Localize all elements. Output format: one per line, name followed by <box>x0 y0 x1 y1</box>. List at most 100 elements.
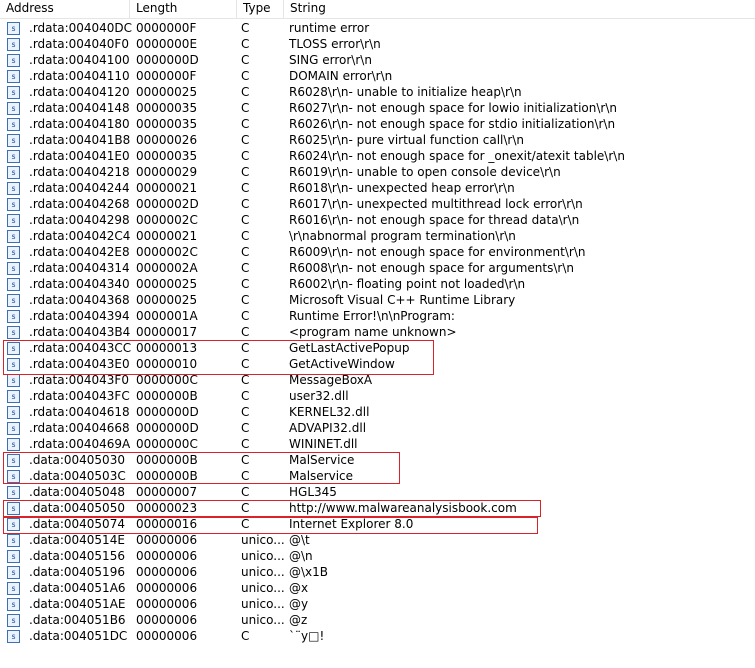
string-row[interactable]: s .rdata:00404298 0000002C C R6016\r\n- not … <box>0 212 755 228</box>
string-cell: <program name unknown> <box>289 325 457 339</box>
string-row[interactable]: s .rdata:004042E8 0000002C C R6009\r\n- not … <box>0 244 755 260</box>
string-cell: MalService <box>289 453 355 467</box>
column-header-string[interactable]: String <box>284 0 755 18</box>
length-cell: 00000006 <box>136 581 198 595</box>
address-cell: .rdata:004040DC <box>29 21 133 35</box>
address-cell: .data:00405050 <box>29 501 125 515</box>
string-row[interactable]: s .data:004051A6 00000006 unico... @x <box>0 580 755 596</box>
address-cell: .rdata:00404668 <box>29 421 130 435</box>
string-row[interactable]: s .rdata:00404314 0000002A C R6008\r\n- not … <box>0 260 755 276</box>
type-cell: C <box>241 53 250 67</box>
string-cell: R6009\r\n- not enough space for environm… <box>289 245 586 259</box>
string-row[interactable]: s .rdata:004041E0 00000035 C R6024\r\n- not … <box>0 148 755 164</box>
string-cell: @y <box>289 597 309 611</box>
string-row[interactable]: s .data:00405048 00000007 C HGL345 <box>0 484 755 500</box>
string-row[interactable]: s .rdata:00404148 00000035 C R6027\r\n- not … <box>0 100 755 116</box>
string-row[interactable]: s .data:004051B6 00000006 unico... @z <box>0 612 755 628</box>
string-row[interactable]: s .rdata:00404618 0000000D C KERNEL32.dll <box>0 404 755 420</box>
string-type-icon: s <box>7 86 20 99</box>
string-row[interactable]: s .rdata:004042C4 00000021 C \r\nabnormal pr… <box>0 228 755 244</box>
type-cell: C <box>241 181 250 195</box>
address-cell: .rdata:004043FC <box>29 389 130 403</box>
string-row[interactable]: s .data:00405050 00000023 Chttp://www.malwa… <box>0 500 755 516</box>
string-type-icon: s <box>7 502 20 515</box>
string-row[interactable]: s .data:00405074 00000016 C Internet Explore… <box>0 516 755 532</box>
type-cell: C <box>241 213 250 227</box>
string-row[interactable]: s .rdata:00404180 00000035 C R6026\r\n- not … <box>0 116 755 132</box>
string-row[interactable]: s .data:00405030 0000000B C MalService <box>0 452 755 468</box>
string-type-icon: s <box>7 182 20 195</box>
string-row[interactable]: s .rdata:00404394 0000001A C Runtime Error!\… <box>0 308 755 324</box>
string-row[interactable]: s .rdata:004040F0 0000000E C TLOSS error\r\n <box>0 36 755 52</box>
string-row[interactable]: s .rdata:00404218 00000029 C R6019\r\n- unab… <box>0 164 755 180</box>
length-cell: 00000026 <box>136 133 198 147</box>
address-cell: .rdata:00404618 <box>29 405 130 419</box>
column-header-length[interactable]: Length <box>130 0 237 18</box>
length-cell: 0000000E <box>136 37 198 51</box>
length-cell: 00000035 <box>136 149 198 163</box>
string-row[interactable]: s .rdata:004043F0 0000000C C MessageBoxA <box>0 372 755 388</box>
string-type-icon: s <box>7 54 20 67</box>
type-cell: C <box>241 85 250 99</box>
string-type-icon: s <box>7 454 20 467</box>
string-row[interactable]: s .rdata:004043FC 0000000B Cuser32.dll <box>0 388 755 404</box>
string-row[interactable]: s .rdata:004043E0 00000010 C GetActiveWindow <box>0 356 755 372</box>
address-cell: .rdata:004042E8 <box>29 245 130 259</box>
length-cell: 00000017 <box>136 325 198 339</box>
string-row[interactable]: s .rdata:00404110 0000000F C DOMAIN error\r\… <box>0 68 755 84</box>
string-row[interactable]: s .rdata:004043B4 00000017 C <program name u… <box>0 324 755 340</box>
string-row[interactable]: s .data:00405196 00000006 unico... @\x1B <box>0 564 755 580</box>
type-cell: C <box>241 277 250 291</box>
string-row[interactable]: s .rdata:00404668 0000000D C ADVAPI32.dll <box>0 420 755 436</box>
string-row[interactable]: s .rdata:0040469A 0000000C C WININET.dll <box>0 436 755 452</box>
string-cell: R6026\r\n- not enough space for stdio in… <box>289 117 616 131</box>
type-cell: unico... <box>241 533 285 547</box>
address-cell: .rdata:00404218 <box>29 165 130 179</box>
address-cell: .rdata:00404120 <box>29 85 130 99</box>
string-cell: R6002\r\n- floating point not loaded\r\n <box>289 277 526 291</box>
length-cell: 00000006 <box>136 613 198 627</box>
string-row[interactable]: s .rdata:004041B8 00000026 C R6025\r\n- pure… <box>0 132 755 148</box>
string-type-icon: s <box>7 166 20 179</box>
string-row[interactable]: s .rdata:00404100 0000000D C SING error\r\n <box>0 52 755 68</box>
address-cell: .rdata:00404298 <box>29 213 130 227</box>
length-cell: 00000023 <box>136 501 198 515</box>
string-row[interactable]: s .rdata:00404244 00000021 C R6018\r\n- unex… <box>0 180 755 196</box>
column-header-type[interactable]: Type <box>237 0 284 18</box>
string-row[interactable]: s .data:004051DC 00000006 C `¨y□! <box>0 628 755 644</box>
string-row[interactable]: s .data:0040514E 00000006 unico... @\t <box>0 532 755 548</box>
column-header-address[interactable]: Address <box>0 0 130 18</box>
string-type-icon: s <box>7 470 20 483</box>
string-type-icon: s <box>7 598 20 611</box>
string-type-icon: s <box>7 102 20 115</box>
string-row[interactable]: s .rdata:00404368 00000025 C Microsoft Visua… <box>0 292 755 308</box>
type-cell: C <box>241 421 250 435</box>
address-cell: .data:0040514E <box>29 533 125 547</box>
type-cell: unico... <box>241 549 285 563</box>
address-cell: .rdata:00404314 <box>29 261 130 275</box>
length-cell: 00000006 <box>136 549 198 563</box>
address-cell: .data:00405196 <box>29 565 125 579</box>
address-cell: .rdata:00404100 <box>29 53 130 67</box>
string-type-icon: s <box>7 198 20 211</box>
length-cell: 00000007 <box>136 485 198 499</box>
length-cell: 0000000D <box>136 421 199 435</box>
string-row[interactable]: s .rdata:00404120 00000025 C R6028\r\n- unab… <box>0 84 755 100</box>
string-type-icon: s <box>7 262 20 275</box>
string-row[interactable]: s .data:004051AE 00000006 unico... @y <box>0 596 755 612</box>
string-row[interactable]: s .rdata:004040DC 0000000F Cruntime error <box>0 20 755 36</box>
string-row[interactable]: s .rdata:004043CC 00000013 C GetLastActivePo… <box>0 340 755 356</box>
string-type-icon: s <box>7 566 20 579</box>
address-cell: .data:004051B6 <box>29 613 126 627</box>
type-cell: C <box>241 309 250 323</box>
string-row[interactable]: s .rdata:00404340 00000025 C R6002\r\n- floa… <box>0 276 755 292</box>
string-row[interactable]: s .data:00405156 00000006 unico... @\n <box>0 548 755 564</box>
string-cell: R6027\r\n- not enough space for lowio in… <box>289 101 617 115</box>
string-type-icon: s <box>7 358 20 371</box>
string-type-icon: s <box>7 518 20 531</box>
column-header-bar: Address Length Type String <box>0 0 755 19</box>
type-cell: C <box>241 325 250 339</box>
length-cell: 0000002C <box>136 213 198 227</box>
string-row[interactable]: s .rdata:00404268 0000002D C R6017\r\n- unex… <box>0 196 755 212</box>
string-row[interactable]: s .data:0040503C 0000000B C Malservice <box>0 468 755 484</box>
